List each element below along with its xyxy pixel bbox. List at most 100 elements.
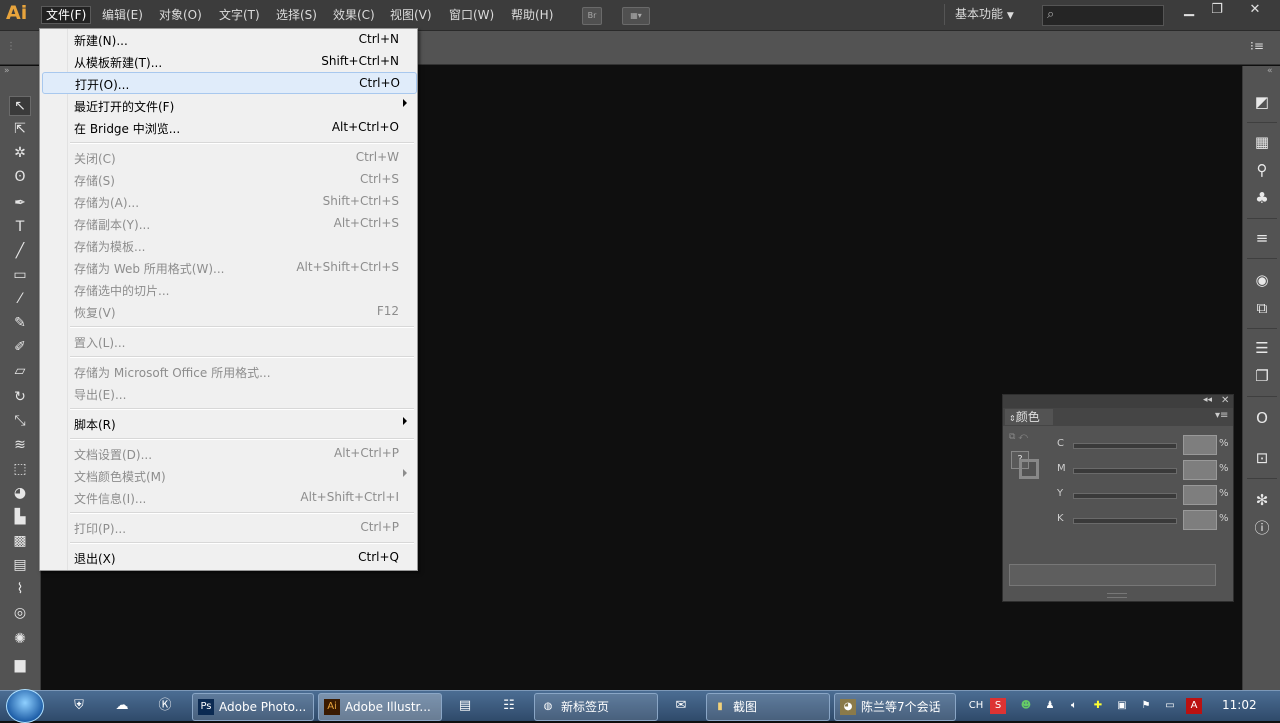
menu-select[interactable]: 选择(S) (272, 7, 321, 23)
cloud-icon[interactable]: ☁ (111, 695, 133, 717)
menu-item-save-for-office[interactable]: 存储为 Microsoft Office 所用格式... (42, 361, 415, 381)
pencil-tool-icon[interactable]: ✎ (10, 314, 30, 332)
workspace-switcher[interactable]: 基本功能 ▼ (944, 4, 1041, 25)
network-icon[interactable]: ▣ (1114, 698, 1130, 714)
pen-tool-icon[interactable]: ✒ (10, 194, 30, 212)
shape-builder-tool-icon[interactable]: ◕ (10, 484, 30, 502)
channel-slider[interactable] (1073, 468, 1177, 474)
menu-item-scripts[interactable]: 脚本(R) (42, 413, 415, 433)
close-button[interactable]: ✕ (1236, 0, 1274, 20)
arrange-documents-icon[interactable]: ▦▾ (622, 7, 650, 25)
search-input[interactable]: ⌕ (1042, 5, 1164, 26)
color-tab[interactable]: ⇕颜色 (1005, 409, 1053, 425)
channel-slider[interactable] (1073, 443, 1177, 449)
column-graph-tool-icon[interactable]: ▆ (10, 656, 30, 674)
mail-icon[interactable]: ✉ (670, 695, 692, 717)
menu-item-save[interactable]: 存储(S) Ctrl+S (42, 169, 415, 189)
taskbar-chat-button[interactable]: ◕ 陈兰等7个会话 (834, 693, 956, 721)
volume-icon[interactable]: 🔈︎ (1066, 698, 1082, 714)
menu-item-revert[interactable]: 恢复(V) F12 (42, 301, 415, 321)
layers-icon[interactable]: ☰ (1252, 338, 1272, 358)
collapse-icon[interactable]: » (4, 66, 10, 76)
menu-item-save-as[interactable]: 存储为(A)... Shift+Ctrl+S (42, 191, 415, 211)
restore-button[interactable]: ❐ (1200, 0, 1234, 20)
free-transform-tool-icon[interactable]: ⬚ (10, 460, 30, 478)
menu-item-print[interactable]: 打印(P)... Ctrl+P (42, 517, 415, 537)
symbols-icon[interactable]: ♣ (1252, 188, 1272, 208)
grip-icon[interactable]: ⋮ (6, 41, 16, 52)
menu-item-save-slices[interactable]: 存储选中的切片... (42, 279, 415, 299)
menu-type[interactable]: 文字(T) (215, 7, 264, 23)
menu-item-open[interactable]: 打开(O)... Ctrl+O (42, 72, 417, 94)
warp-tool-icon[interactable]: ≋ (10, 436, 30, 454)
menu-item-new-from-template[interactable]: 从模板新建(T)... Shift+Ctrl+N (42, 51, 415, 71)
menu-item-save-as-template[interactable]: 存储为模板... (42, 235, 415, 255)
lasso-tool-icon[interactable]: ʘ (10, 168, 30, 186)
blob-brush-tool-icon[interactable]: ✐ (10, 338, 30, 356)
channel-value-input[interactable] (1183, 460, 1217, 480)
menu-edit[interactable]: 编辑(E) (98, 7, 147, 23)
direct-selection-tool-icon[interactable]: ⇱ (10, 120, 30, 138)
transform-icon[interactable]: ⊡ (1252, 448, 1272, 468)
menu-item-export[interactable]: 导出(E)... (42, 383, 415, 403)
menu-view[interactable]: 视图(V) (386, 7, 436, 23)
menu-item-document-setup[interactable]: 文档设置(D)... Alt+Ctrl+P (42, 443, 415, 463)
clock[interactable]: 11:02 (1222, 698, 1257, 712)
type-tool-icon[interactable]: T (10, 218, 30, 236)
color-spectrum[interactable] (1009, 564, 1216, 586)
taskbar-folder-button[interactable]: ▮ 截图 (706, 693, 830, 721)
collapse-panel-icon[interactable]: ◂◂ (1203, 395, 1212, 405)
perspective-grid-tool-icon[interactable]: ▙ (10, 508, 30, 526)
channel-value-input[interactable] (1183, 510, 1217, 530)
line-tool-icon[interactable]: ╱ (10, 242, 30, 260)
menu-file[interactable]: 文件(F) (41, 6, 92, 24)
menu-item-close[interactable]: 关闭(C) Ctrl+W (42, 147, 415, 167)
plus-icon[interactable]: ✚ (1090, 698, 1106, 714)
menu-item-save-copy[interactable]: 存储副本(Y)... Alt+Ctrl+S (42, 213, 415, 233)
symbol-sprayer-tool-icon[interactable]: ✺ (10, 630, 30, 648)
gradient-tool-icon[interactable]: ▤ (10, 556, 30, 574)
menu-item-exit[interactable]: 退出(X) Ctrl+Q (42, 547, 415, 567)
menu-item-document-color-mode[interactable]: 文档颜色模式(M) (42, 465, 415, 485)
wechat-icon[interactable]: ☻ (1018, 698, 1034, 714)
info-icon[interactable]: ⓘ (1252, 518, 1272, 538)
scale-tool-icon[interactable]: ⤡ (10, 412, 30, 430)
magic-wand-tool-icon[interactable]: ✲ (10, 144, 30, 162)
menu-item-new[interactable]: 新建(N)... Ctrl+N (42, 29, 415, 49)
channel-slider[interactable] (1073, 518, 1177, 524)
channel-slider[interactable] (1073, 493, 1177, 499)
acrobat-icon[interactable]: A (1186, 698, 1202, 714)
selection-tool-icon[interactable]: ↖ (9, 96, 31, 116)
sogou-icon[interactable]: S (990, 698, 1006, 714)
shield-icon[interactable]: ⛨ (68, 695, 90, 717)
paintbrush-tool-icon[interactable]: ⁄ (10, 290, 30, 308)
flag-icon[interactable]: ⚑ (1138, 698, 1154, 714)
swap-colors-icon[interactable]: ⧉ ⤺ (1009, 432, 1028, 442)
calculator-icon[interactable]: ▤ (454, 695, 476, 717)
expand-icon[interactable]: « (1267, 66, 1273, 76)
menu-object[interactable]: 对象(O) (155, 7, 206, 23)
opentype-icon[interactable]: O (1252, 408, 1272, 428)
menu-item-save-for-web[interactable]: 存储为 Web 所用格式(W)... Alt+Shift+Ctrl+S (42, 257, 415, 277)
eraser-tool-icon[interactable]: ▱ (10, 362, 30, 380)
channel-value-input[interactable] (1183, 435, 1217, 455)
navigator-icon[interactable]: ◩ (1252, 92, 1272, 112)
appearance-icon[interactable]: ◉ (1252, 270, 1272, 290)
menu-window[interactable]: 窗口(W) (445, 7, 498, 23)
graphic-styles-icon[interactable]: ⧉ (1252, 298, 1272, 318)
language-indicator[interactable]: CH (968, 698, 984, 714)
mesh-tool-icon[interactable]: ▩ (10, 532, 30, 550)
taskbar-illustrator-button[interactable]: Ai Adobe Illustr... (318, 693, 442, 721)
resize-grip[interactable] (1107, 593, 1127, 598)
eyedropper-tool-icon[interactable]: ⌇ (10, 580, 30, 598)
panel-menu-icon[interactable]: ⁝≡ (1250, 39, 1264, 53)
artboards-icon[interactable]: ❐ (1252, 366, 1272, 386)
close-panel-icon[interactable]: ✕ (1221, 395, 1229, 406)
blend-tool-icon[interactable]: ◎ (10, 604, 30, 622)
start-button[interactable] (6, 689, 44, 723)
qq-icon[interactable]: ♟ (1042, 698, 1058, 714)
menu-effect[interactable]: 效果(C) (329, 7, 379, 23)
rectangle-tool-icon[interactable]: ▭ (10, 266, 30, 284)
k-app-icon[interactable]: Ⓚ (154, 695, 176, 717)
bridge-icon[interactable]: Br (582, 7, 602, 25)
